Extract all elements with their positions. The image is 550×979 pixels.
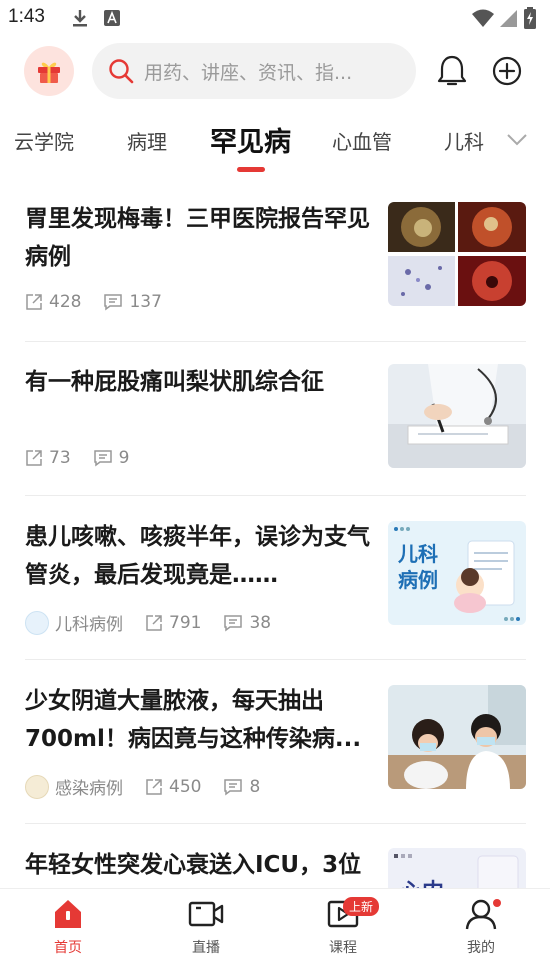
search-bar[interactable]: 用药、讲座、资讯、指... [92,43,416,99]
comment-icon [93,450,112,467]
source-name: 儿科病例 [55,615,123,635]
keyboard-icon [104,10,120,30]
nav-profile-label: 我的 [467,940,495,956]
comment-icon [224,778,243,795]
article-title[interactable]: 有一种屁股痛叫梨状肌综合征 [25,363,375,401]
article-meta: 儿科病例 791 38 [25,610,293,635]
share-count: 428 [49,292,82,312]
tab-pathology[interactable]: 病理 [127,126,167,155]
thumbnail-caption: 儿科 病例 [398,542,438,592]
article-thumbnail[interactable] [388,685,526,789]
tab-rare-disease[interactable]: 罕见病 [210,120,291,159]
article-meta: 感染病例 450 8 [25,774,282,799]
divider [25,341,526,342]
article-card[interactable]: 胃里发现梅毒！三甲医院报告罕见病例 428 137 [0,196,550,341]
article-thumbnail[interactable] [388,202,526,306]
status-time: 1:43 [8,6,45,27]
article-meta: 428 137 [25,292,184,312]
top-header: 用药、讲座、资讯、指... [0,40,550,104]
article-thumbnail[interactable]: 儿科 病例 [388,521,526,625]
wifi-icon [472,8,494,32]
divider [25,659,526,660]
comment-icon [224,614,243,631]
add-icon[interactable] [492,56,522,90]
chevron-down-icon[interactable] [506,132,528,151]
article-meta: 73 9 [25,448,151,468]
nav-live-label: 直播 [192,940,220,956]
share-count: 791 [169,612,202,633]
gift-icon [38,62,60,83]
share-count: 73 [49,448,71,468]
bottom-navigation: 首页 直播 上新 课程 我的 [0,888,550,979]
nav-home-label: 首页 [54,940,82,956]
share-icon [26,450,42,466]
active-tab-indicator [237,167,265,172]
source-avatar [25,774,49,799]
gift-button[interactable] [24,46,74,96]
share-icon [146,778,162,795]
battery-icon [524,7,536,33]
notification-dot [493,899,501,907]
article-card[interactable]: 少女阴道大量脓液，每天抽出700ml！病因竟与这种传染病... 感染病例 450… [0,682,550,822]
article-card[interactable]: 年轻女性突发心衰送入ICU，3位 心内 [0,846,550,888]
article-title[interactable]: 年轻女性突发心衰送入ICU，3位 [25,846,375,884]
tab-cardiovascular[interactable]: 心血管 [332,126,392,155]
article-title[interactable]: 胃里发现梅毒！三甲医院报告罕见病例 [25,200,375,276]
article-title[interactable]: 患儿咳嗽、咳痰半年，误诊为支气管炎，最后发现竟是…… [25,518,375,594]
download-icon [70,8,90,32]
article-thumbnail[interactable] [388,364,526,468]
new-badge: 上新 [343,897,380,916]
article-card[interactable]: 患儿咳嗽、咳痰半年，误诊为支气管炎，最后发现竟是…… 儿科病例 791 38 儿… [0,518,550,658]
nav-courses[interactable]: 上新 课程 [303,897,383,957]
share-icon [146,614,162,631]
signal-icon [500,8,518,32]
tab-pediatrics[interactable]: 儿科 [444,126,484,155]
comment-count: 8 [249,776,261,797]
nav-courses-label: 课程 [329,940,357,956]
comment-count: 38 [249,612,272,633]
article-card[interactable]: 有一种屁股痛叫梨状肌综合征 73 9 [0,360,550,495]
nav-profile[interactable]: 我的 [441,897,521,957]
tab-cloud-academy[interactable]: 云学院 [14,126,74,155]
comment-count: 9 [118,448,130,468]
divider [25,823,526,824]
video-camera-icon [188,901,224,927]
comment-icon [104,294,123,311]
source-name: 感染病例 [55,779,123,799]
share-count: 450 [169,776,202,797]
article-thumbnail[interactable]: 心内 [388,848,526,888]
notification-bell-icon[interactable] [436,54,468,92]
comment-count: 137 [129,292,162,312]
article-title[interactable]: 少女阴道大量脓液，每天抽出700ml！病因竟与这种传染病... [25,682,375,758]
source-avatar [25,610,49,635]
home-icon [55,900,81,928]
thumbnail-caption: 心内 [400,874,444,888]
nav-live[interactable]: 直播 [166,897,246,957]
nav-home[interactable]: 首页 [28,897,108,957]
status-bar: 1:43 [0,0,550,36]
divider [25,495,526,496]
search-input[interactable]: 用药、讲座、资讯、指... [144,58,384,85]
search-icon [109,59,134,84]
share-icon [26,294,42,310]
category-tabs: 云学院 病理 罕见病 心血管 儿科 [0,112,550,174]
